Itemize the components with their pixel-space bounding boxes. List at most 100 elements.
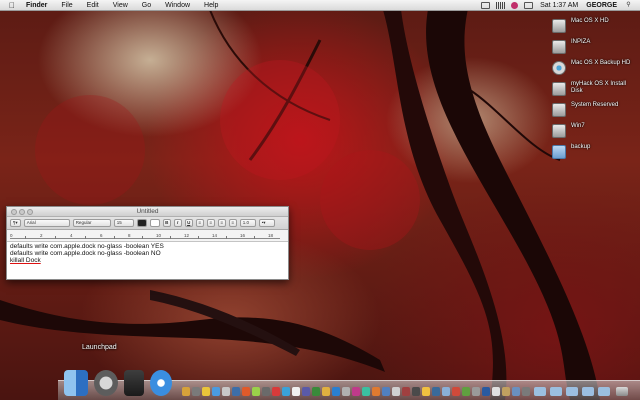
align-justify-button[interactable]: ≡ (228, 219, 237, 227)
font-family-select[interactable]: Arial (23, 219, 70, 227)
folder-icon[interactable] (582, 387, 594, 396)
dock-app-icon[interactable] (422, 387, 430, 396)
align-center-button[interactable]: ≡ (206, 219, 215, 227)
dock-app-icon[interactable] (372, 387, 380, 396)
bold-button[interactable]: B (162, 219, 171, 227)
menu-window[interactable]: Window (158, 0, 197, 11)
dock-app-icon[interactable] (262, 387, 270, 396)
folder-icon[interactable] (550, 387, 562, 396)
menu-bar:  Finder File Edit View Go Window Help S… (0, 0, 640, 11)
spotlight-icon[interactable]: ⚲ (624, 2, 633, 9)
drive-mac-os-x-backup-hd[interactable]: Mac OS X Backup HD (551, 58, 639, 79)
list-style-select[interactable]: •▾ (258, 219, 275, 227)
hard-drive-icon (552, 124, 566, 138)
italic-button[interactable]: I (173, 219, 182, 227)
dock-app-icon[interactable] (332, 387, 340, 396)
menu-view[interactable]: View (106, 0, 135, 11)
dashboard-icon[interactable] (124, 370, 144, 396)
dock-app-icon[interactable] (522, 387, 530, 396)
wifi-icon[interactable] (481, 2, 491, 9)
drive-label: System Reserved (571, 102, 619, 108)
drive-inpiza[interactable]: INPIZA (551, 37, 639, 58)
dock-app-icon[interactable] (402, 387, 410, 396)
menu-go[interactable]: Go (135, 0, 158, 11)
dock-app-icon[interactable] (342, 387, 350, 396)
window-titlebar[interactable]: Untitled (7, 207, 288, 217)
dock-app-icon[interactable] (442, 387, 450, 396)
finder-icon[interactable] (64, 370, 88, 396)
dock-app-icon[interactable] (272, 387, 280, 396)
trash-icon[interactable] (616, 387, 628, 396)
line-spacing-select[interactable]: 1.0 (239, 219, 256, 227)
dock-app-icon[interactable] (502, 387, 510, 396)
drive-label: myHack OS X Install Disk (571, 81, 627, 94)
dock-app-icon[interactable] (212, 387, 220, 396)
font-size-select[interactable]: 15 (113, 219, 134, 227)
dock-app-icon[interactable] (292, 387, 300, 396)
dock-app-icon[interactable] (252, 387, 260, 396)
dock-app-icon[interactable] (462, 387, 470, 396)
ruler-mark: 0 (10, 233, 13, 238)
dock-app-icon[interactable] (282, 387, 290, 396)
font-style-select[interactable]: Regular (72, 219, 111, 227)
apple-menu-icon[interactable]:  (5, 1, 19, 10)
drive-system-reserved[interactable]: System Reserved (551, 100, 639, 121)
ruler[interactable]: 0 2 4 6 8 10 12 14 16 18 (7, 230, 288, 242)
underline-button[interactable]: U (184, 219, 193, 227)
dock-app-icon[interactable] (482, 387, 490, 396)
dock-app-icon[interactable] (232, 387, 240, 396)
menu-help[interactable]: Help (197, 0, 225, 11)
dock-app-icon[interactable] (452, 387, 460, 396)
dock-app-icon[interactable] (312, 387, 320, 396)
align-right-button[interactable]: ≡ (217, 219, 226, 227)
menu-file[interactable]: File (54, 0, 79, 11)
dock-app-icon[interactable] (302, 387, 310, 396)
drive-myhack-install-disk[interactable]: myHack OS X Install Disk (551, 79, 639, 100)
drive-win7[interactable]: Win7 (551, 121, 639, 142)
ruler-tick (254, 236, 255, 239)
ruler-tick (170, 236, 171, 239)
dock-app-icon[interactable] (322, 387, 330, 396)
folder-backup[interactable]: backup (551, 142, 639, 163)
dock-app-icon[interactable] (472, 387, 480, 396)
highlight-color-swatch[interactable] (149, 219, 160, 227)
dock-app-icon[interactable] (382, 387, 390, 396)
bluetooth-icon[interactable] (496, 2, 506, 9)
dock-app-icon[interactable] (222, 387, 230, 396)
safari-icon[interactable] (150, 370, 172, 396)
align-left-button[interactable]: ≡ (195, 219, 204, 227)
menu-finder[interactable]: Finder (19, 0, 54, 11)
ruler-tick (85, 236, 86, 239)
dock-app-icon[interactable] (362, 387, 370, 396)
menu-clock[interactable]: Sat 1:37 AM (540, 2, 578, 9)
hard-drive-icon (552, 103, 566, 117)
dock-app-icon[interactable] (512, 387, 520, 396)
folder-icon[interactable] (534, 387, 546, 396)
folder-icon (552, 145, 566, 159)
dock-app-icon[interactable] (492, 387, 500, 396)
menu-edit[interactable]: Edit (80, 0, 106, 11)
dock-app-icon[interactable] (412, 387, 420, 396)
desktop-icons: Mac OS X HD INPIZA Mac OS X Backup HD my… (551, 16, 639, 163)
folder-icon[interactable] (598, 387, 610, 396)
drive-label: backup (571, 144, 591, 150)
ruler-mark: 10 (156, 233, 162, 238)
folder-icon[interactable] (566, 387, 578, 396)
volume-icon[interactable] (511, 2, 519, 9)
menu-user[interactable]: GEORGE (586, 2, 617, 9)
ruler-mark: 2 (40, 233, 43, 238)
paragraph-style-select[interactable]: ¶▾ (10, 219, 21, 227)
dock-app-icon[interactable] (242, 387, 250, 396)
launchpad-icon[interactable] (94, 370, 118, 396)
dock-app-icon[interactable] (432, 387, 440, 396)
battery-icon[interactable] (524, 2, 534, 9)
drive-mac-os-x-hd[interactable]: Mac OS X HD (551, 16, 639, 37)
dock-app-icon[interactable] (192, 387, 200, 396)
dock-app-icon[interactable] (202, 387, 210, 396)
dock-app-icon[interactable] (352, 387, 360, 396)
dock-app-icon[interactable] (182, 387, 190, 396)
document-text-area[interactable]: defaults write com.apple.dock no-glass -… (7, 242, 288, 266)
ruler-tick (55, 236, 56, 239)
text-color-swatch[interactable] (136, 219, 147, 227)
dock-app-icon[interactable] (392, 387, 400, 396)
